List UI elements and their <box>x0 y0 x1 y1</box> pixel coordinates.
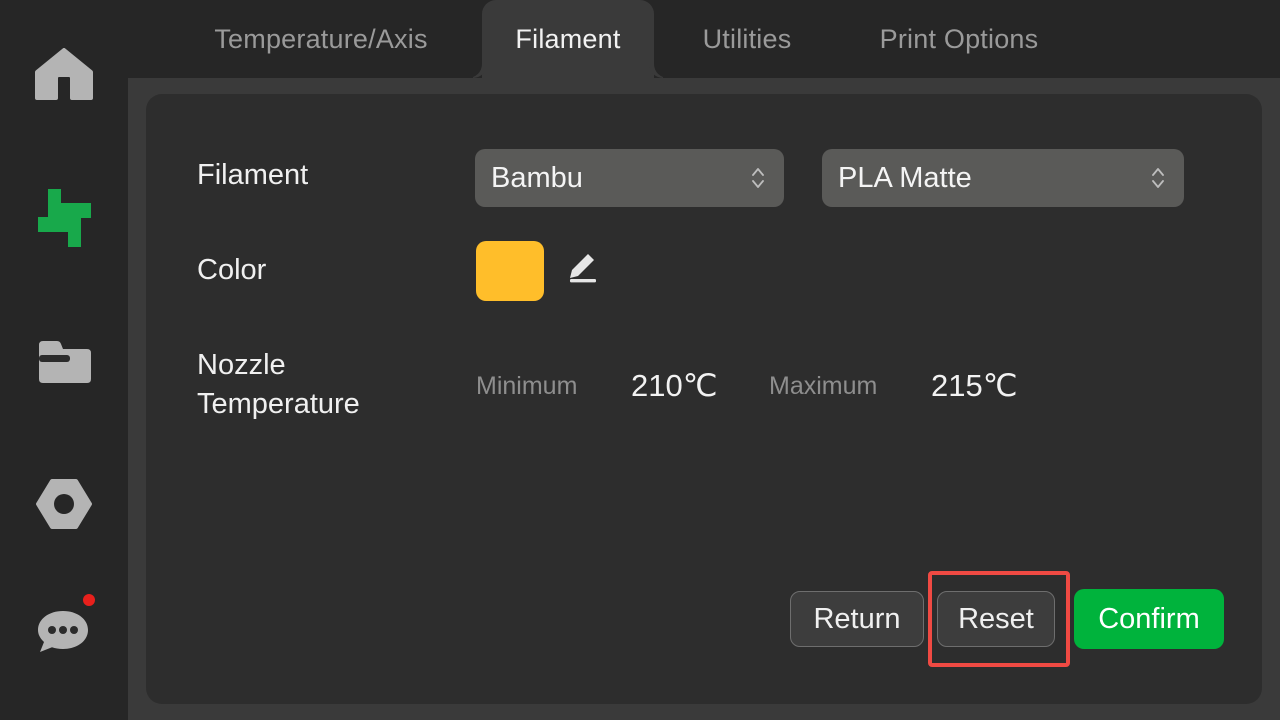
color-row-label: Color <box>197 254 267 286</box>
pencil-icon[interactable] <box>566 249 600 283</box>
sidebar-item-files[interactable] <box>0 314 128 410</box>
sidebar-item-control[interactable] <box>0 170 128 266</box>
chevron-updown-icon <box>752 168 764 188</box>
sidebar-item-messages[interactable] <box>0 576 128 672</box>
notification-badge-dot <box>83 594 95 606</box>
tab-print-options[interactable]: Print Options <box>840 0 1078 78</box>
tab-label: Print Options <box>879 23 1039 54</box>
minimum-caption: Minimum <box>476 372 578 400</box>
chevron-updown-icon <box>1152 168 1164 188</box>
sidebar-item-home[interactable] <box>0 26 128 122</box>
confirm-button[interactable]: Confirm <box>1074 589 1224 649</box>
maximum-caption: Maximum <box>769 372 878 400</box>
reset-button-label: Reset <box>958 602 1034 635</box>
reset-button[interactable]: Reset <box>937 591 1055 647</box>
return-button-label: Return <box>813 602 901 635</box>
maximum-temperature-value[interactable]: 215℃ <box>931 368 1018 404</box>
tab-temperature-axis[interactable]: Temperature/Axis <box>170 0 472 78</box>
tab-filament[interactable]: Filament <box>482 0 654 78</box>
app-root: Temperature/Axis Filament Utilities Prin… <box>0 0 1280 720</box>
filament-type-value: PLA Matte <box>838 161 972 194</box>
tab-label: Temperature/Axis <box>214 23 428 54</box>
filament-brand-select[interactable]: Bambu <box>475 149 784 207</box>
return-button[interactable]: Return <box>790 591 924 647</box>
filament-settings-panel: Filament Bambu PLA Matte Color Nozzle Te… <box>146 94 1262 704</box>
tab-label: Filament <box>515 23 621 54</box>
chat-icon <box>38 594 95 652</box>
sidebar <box>0 0 128 720</box>
folder-icon <box>39 341 91 383</box>
filament-row-label: Filament <box>197 159 309 191</box>
tab-strip-base <box>128 78 1280 94</box>
confirm-button-label: Confirm <box>1098 602 1200 635</box>
home-icon <box>35 48 93 100</box>
nozzle-temperature-row-label: Nozzle Temperature <box>197 349 360 420</box>
sliders-icon <box>38 189 91 247</box>
filament-type-select[interactable]: PLA Matte <box>822 149 1184 207</box>
nut-icon <box>36 479 92 529</box>
tab-utilities[interactable]: Utilities <box>664 0 830 78</box>
tab-label: Utilities <box>702 23 792 54</box>
sidebar-item-settings[interactable] <box>0 456 128 552</box>
filament-brand-value: Bambu <box>491 161 583 194</box>
color-swatch[interactable] <box>476 241 544 301</box>
minimum-temperature-value[interactable]: 210℃ <box>631 368 718 404</box>
